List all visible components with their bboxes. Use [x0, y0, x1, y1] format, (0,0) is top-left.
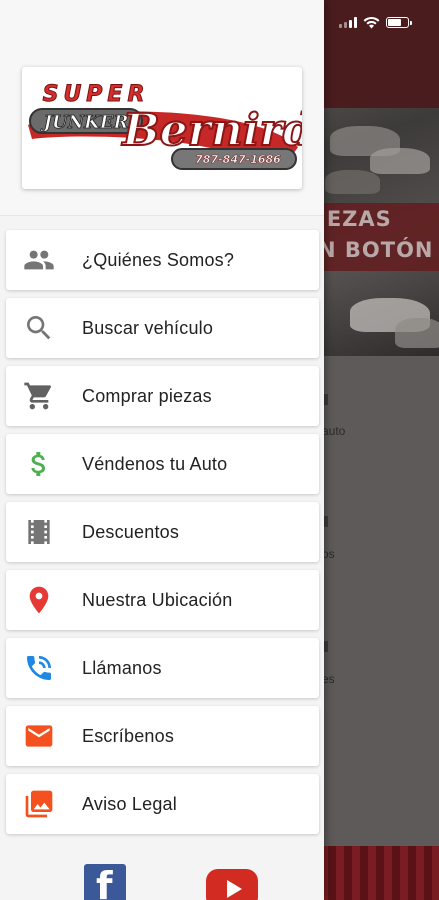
logo-line-1: SUPER	[43, 82, 150, 107]
mail-icon	[23, 720, 55, 752]
banner-line-2: N BOTÓN	[318, 238, 434, 262]
battery-icon	[386, 16, 412, 28]
dollar-icon	[23, 448, 55, 480]
menu-item-label: Aviso Legal	[82, 793, 177, 814]
search-icon	[23, 312, 55, 344]
facebook-glyph: f	[96, 864, 113, 900]
menu-item-comprar-piezas[interactable]: Comprar piezas	[6, 366, 319, 426]
super-junker-bernird-logo: SUPER JUNKER Bernird 787-847-1686	[28, 82, 302, 170]
menu-item-quienes-somos[interactable]: ¿Quiénes Somos?	[6, 230, 319, 290]
menu-item-label: Buscar vehículo	[82, 317, 214, 338]
location-pin-icon	[23, 584, 55, 616]
logo-line-3: Bernird	[120, 105, 302, 156]
phone-ring-icon	[23, 652, 55, 684]
status-bar-right	[339, 14, 412, 30]
menu-item-label: ¿Quiénes Somos?	[82, 249, 235, 270]
facebook-icon[interactable]: f	[84, 864, 126, 900]
logo-line-2: JUNKER	[41, 112, 129, 133]
film-icon	[23, 516, 55, 548]
menu-item-descuentos[interactable]: Descuentos	[6, 502, 319, 562]
drawer-header: SUPER JUNKER Bernird 787-847-1686	[0, 0, 324, 216]
group-icon	[23, 244, 55, 276]
menu-item-buscar-vehiculo[interactable]: Buscar vehículo	[6, 298, 319, 358]
wifi-icon	[363, 16, 380, 28]
menu-item-vendenos-tu-auto[interactable]: Véndenos tu Auto	[6, 434, 319, 494]
banner-line-1: IEZAS	[318, 207, 392, 231]
youtube-icon[interactable]	[206, 869, 258, 900]
menu-item-label: Escríbenos	[82, 725, 175, 746]
brand-logo: SUPER JUNKER Bernird 787-847-1686	[22, 67, 302, 189]
menu-item-label: Descuentos	[82, 521, 180, 542]
menu-item-aviso-legal[interactable]: Aviso Legal	[6, 774, 319, 834]
menu-item-label: Comprar piezas	[82, 385, 212, 406]
cellular-signal-icon	[339, 16, 357, 28]
cart-icon	[23, 380, 55, 412]
menu-item-nuestra-ubicacion[interactable]: Nuestra Ubicación	[6, 570, 319, 630]
menu-item-escribenos[interactable]: Escríbenos	[6, 706, 319, 766]
photo-library-icon	[23, 788, 55, 820]
background-snippet-1: auto	[322, 424, 346, 438]
menu-item-llamanos[interactable]: Llámanos	[6, 638, 319, 698]
menu-item-label: Llámanos	[82, 657, 162, 678]
menu-item-label: Véndenos tu Auto	[82, 453, 228, 474]
menu-item-label: Nuestra Ubicación	[82, 589, 233, 610]
logo-phone: 787-847-1686	[195, 153, 281, 166]
navigation-drawer: SUPER JUNKER Bernird 787-847-1686 ¿Quién…	[0, 0, 324, 900]
